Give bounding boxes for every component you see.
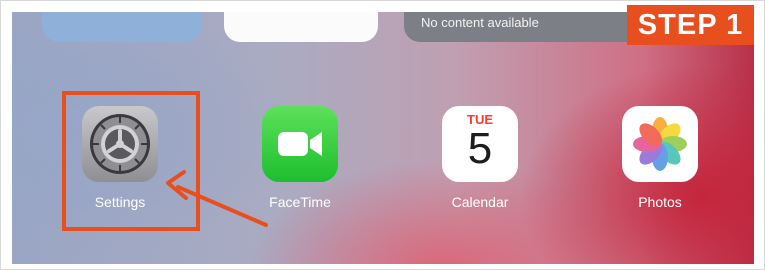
step-label: STEP 1: [637, 8, 744, 41]
step-badge: STEP 1: [627, 5, 754, 45]
